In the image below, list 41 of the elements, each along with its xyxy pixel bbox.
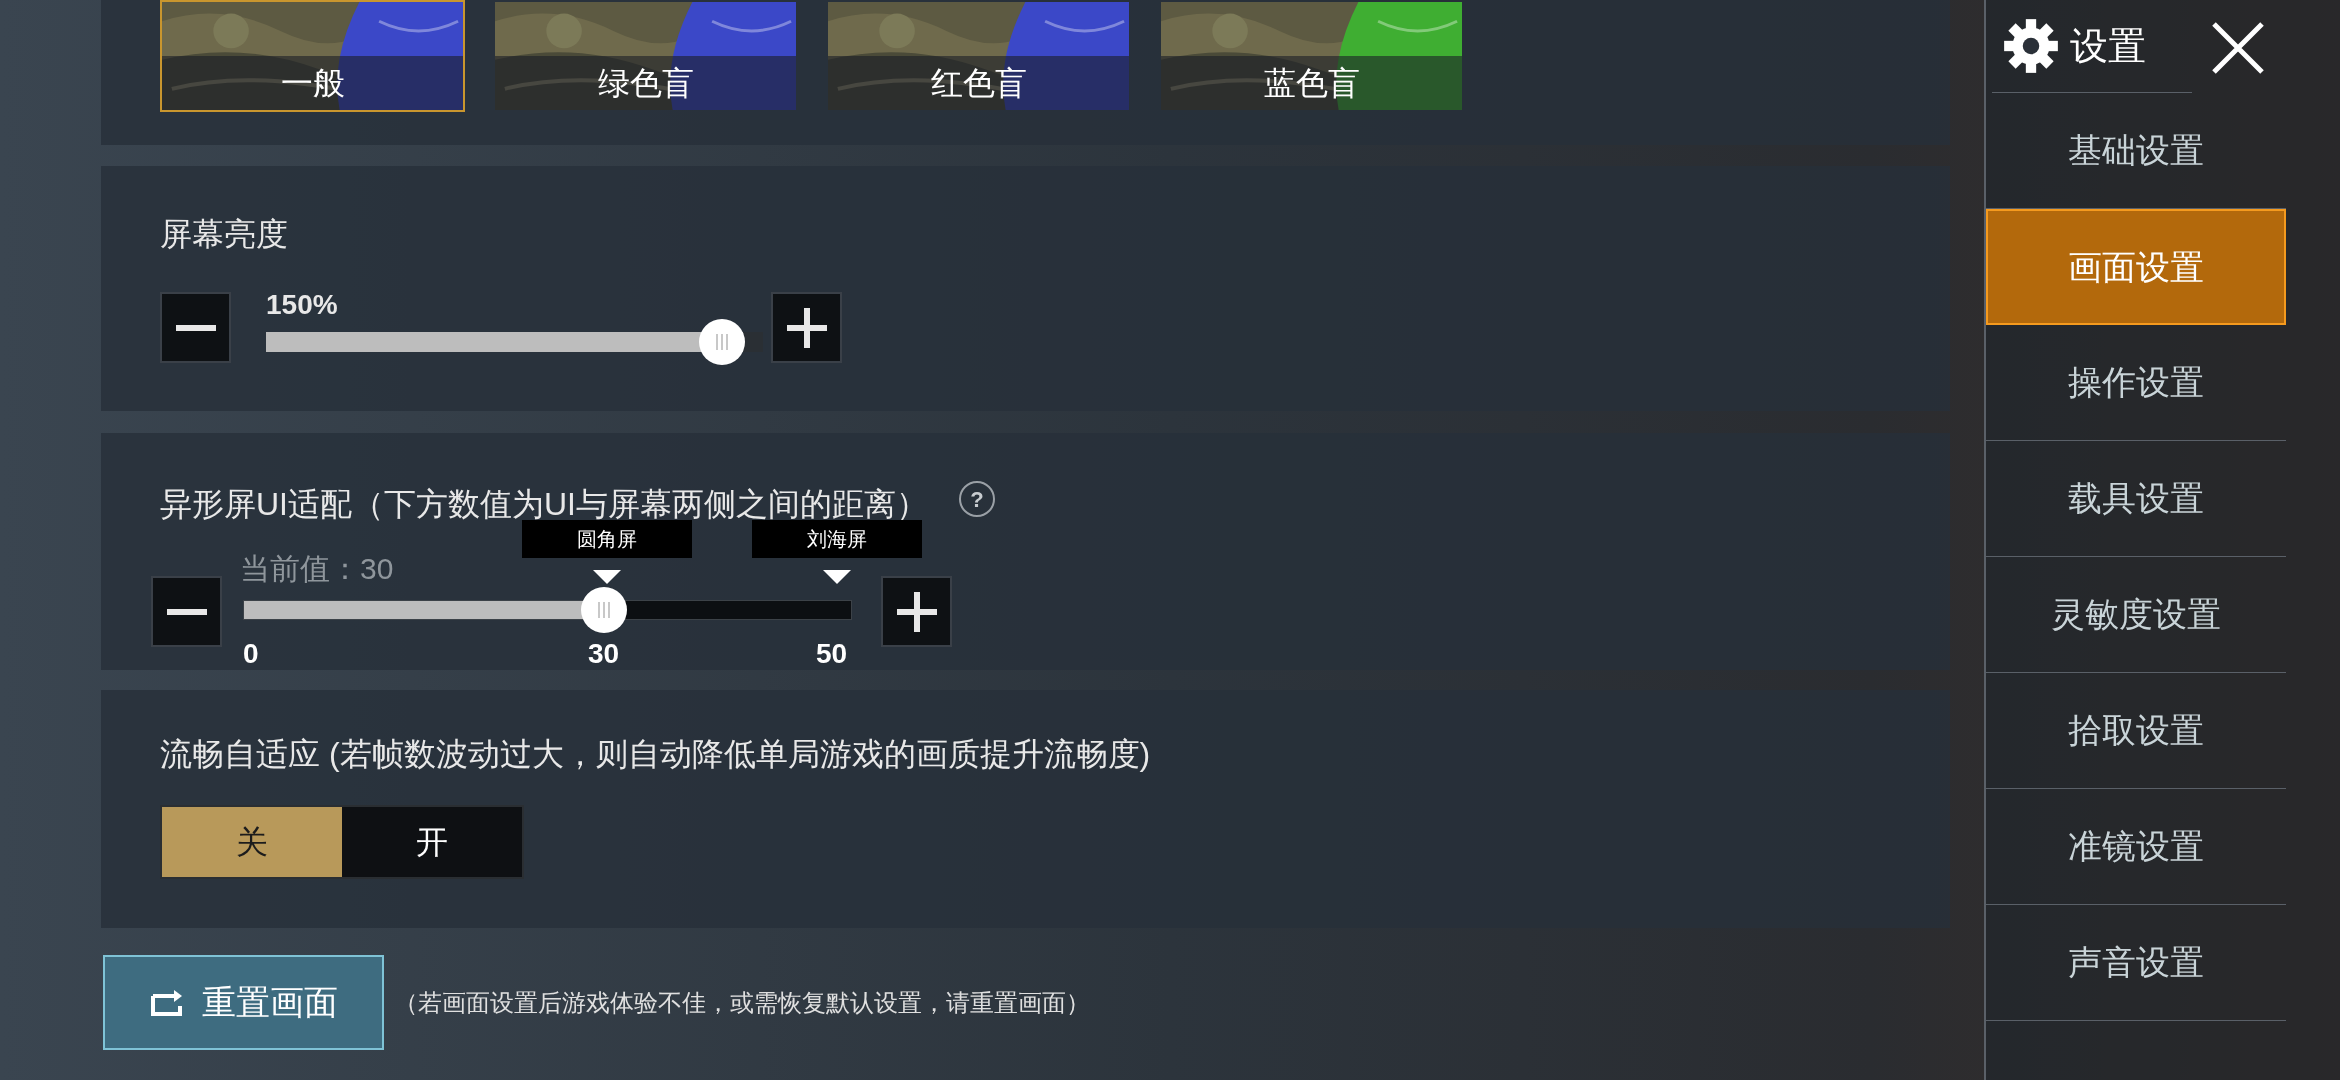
- toggle-option[interactable]: 开: [342, 807, 522, 877]
- plus-icon: [784, 307, 829, 348]
- reset-note: （若画面设置后游戏体验不佳，或需恢复默认设置，请重置画面）: [394, 987, 1090, 1018]
- sidebar-item[interactable]: 操作设置: [1986, 325, 2286, 441]
- help-button[interactable]: ?: [959, 481, 995, 517]
- marker-arrow-icon: [823, 570, 851, 584]
- color-mode-option[interactable]: 蓝色盲: [1159, 0, 1464, 112]
- slider-value: 150%: [266, 288, 338, 322]
- sidebar-item[interactable]: 载具设置: [1986, 441, 2286, 557]
- plus-button[interactable]: [881, 576, 952, 647]
- section-title: 流畅自适应 (若帧数波动过大，则自动降低单局游戏的画质提升流畅度): [160, 735, 1151, 774]
- close-icon: [2210, 20, 2266, 76]
- repeat-icon: [149, 987, 184, 1018]
- color-mode-option[interactable]: 一般: [160, 0, 465, 112]
- tick-label: 50: [816, 637, 848, 671]
- sidebar-item[interactable]: 画面设置: [1986, 209, 2286, 325]
- color-mode-option[interactable]: 红色盲: [826, 0, 1131, 112]
- minus-button[interactable]: [151, 576, 222, 647]
- panel-title: 设置: [2070, 23, 2146, 69]
- section-title: 屏幕亮度: [160, 215, 288, 254]
- slider[interactable]: [243, 587, 852, 633]
- toggle-option[interactable]: 关: [162, 807, 342, 877]
- close-button[interactable]: [2210, 20, 2266, 76]
- slider[interactable]: [266, 319, 763, 365]
- tick-label: 0: [243, 637, 259, 671]
- marker-label: 刘海屏: [752, 520, 922, 558]
- sidebar-item[interactable]: 灵敏度设置: [1986, 557, 2286, 673]
- sidebar-item[interactable]: 拾取设置: [1986, 673, 2286, 789]
- marker-arrow-icon: [593, 570, 621, 584]
- sidebar-item[interactable]: 声音设置: [1986, 905, 2286, 1021]
- minus-icon: [175, 324, 216, 331]
- minus-button[interactable]: [160, 292, 231, 363]
- sidebar-item[interactable]: 准镜设置: [1986, 789, 2286, 905]
- tick-label: 30: [588, 637, 620, 671]
- current-value: 当前值：30: [240, 551, 394, 587]
- plus-button[interactable]: [771, 292, 842, 363]
- plus-icon: [894, 591, 939, 632]
- color-mode-option[interactable]: 绿色盲: [493, 0, 798, 112]
- marker-label: 圆角屏: [522, 520, 692, 558]
- reset-button[interactable]: 重置画面: [103, 955, 384, 1050]
- minus-icon: [166, 608, 207, 615]
